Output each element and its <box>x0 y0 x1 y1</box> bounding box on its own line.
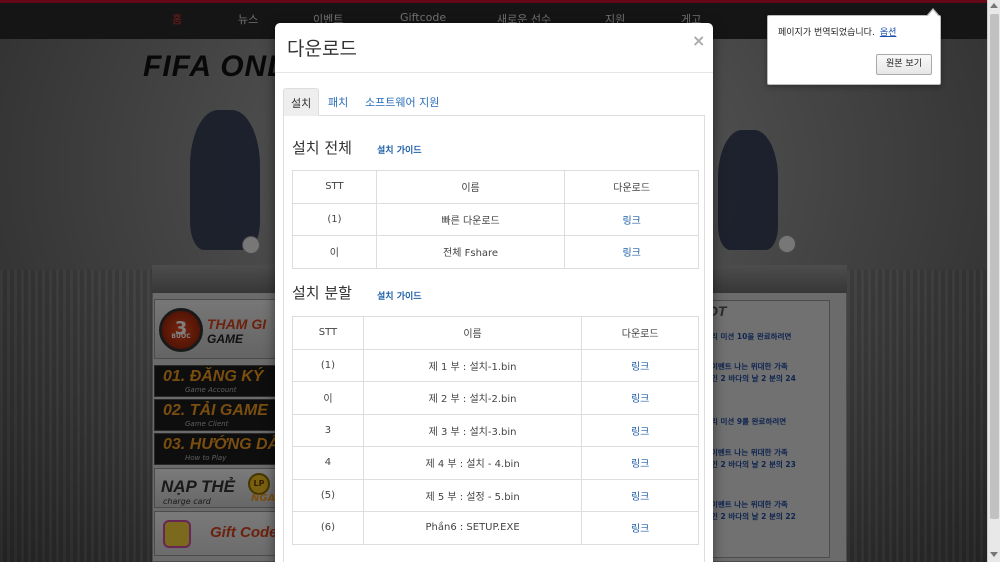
table-row: (1) 제 1 부 : 설치-1.bin 링크 <box>292 348 699 382</box>
download-link[interactable]: 링크 <box>631 459 649 470</box>
translate-options-link[interactable]: 옵션 <box>880 28 897 38</box>
column-header: 다운로드 <box>564 170 699 204</box>
column-header: STT <box>292 316 364 350</box>
translate-message: 페이지가 번역되었습니다. 옵션 <box>778 28 897 38</box>
full-install-table: STT 이름 다운로드 (1) 빠른 다운로드 링크 이 전체 Fshare 링… <box>292 170 699 269</box>
page-scrollbar[interactable] <box>987 0 1000 562</box>
table-row: (5) 제 5 부 : 설정 - 5.bin 링크 <box>292 478 699 512</box>
modal-header: 다운로드 × <box>275 23 713 73</box>
row-name: 제 1 부 : 설치-1.bin <box>362 348 583 382</box>
row-stt: (1) <box>292 348 364 382</box>
install-guide-link[interactable]: 설치 가이드 <box>377 143 422 156</box>
show-original-button[interactable]: 원본 보기 <box>876 54 932 75</box>
close-icon[interactable]: × <box>692 31 705 50</box>
row-stt: (1) <box>292 202 377 236</box>
row-stt: 이 <box>292 235 377 269</box>
download-link[interactable]: 링크 <box>631 427 649 438</box>
tab-pane-install: 설치 전체 설치 가이드 STT 이름 다운로드 (1) 빠른 다운로드 링크 … <box>283 116 705 562</box>
table-row: 4 제 4 부 : 설치 - 4.bin 링크 <box>292 446 699 480</box>
download-link[interactable]: 링크 <box>631 394 649 405</box>
row-stt: (6) <box>292 511 364 545</box>
row-name: 제 3 부 : 설치-3.bin <box>362 413 583 447</box>
table-row: 이 제 2 부 : 설치-2.bin 링크 <box>292 381 699 415</box>
section-title-full: 설치 전체 <box>292 139 352 157</box>
row-stt: 4 <box>292 446 364 480</box>
table-row: 이 전체 Fshare 링크 <box>292 235 699 269</box>
modal-tabs: 설치 패치 소프트웨어 지원 <box>283 88 705 116</box>
scroll-up-icon[interactable] <box>990 3 998 8</box>
table-row: (6) Phần6 : SETUP.EXE 링크 <box>292 511 699 545</box>
row-name: Phần6 : SETUP.EXE <box>362 511 583 545</box>
row-name: 빠른 다운로드 <box>375 202 566 236</box>
download-link[interactable]: 링크 <box>631 524 649 535</box>
row-stt: 이 <box>292 381 364 415</box>
table-row: (1) 빠른 다운로드 링크 <box>292 202 699 236</box>
row-stt: (5) <box>292 478 364 512</box>
download-link[interactable]: 링크 <box>622 216 640 227</box>
download-link[interactable]: 링크 <box>631 492 649 503</box>
table-header-row: STT 이름 다운로드 <box>292 170 699 204</box>
scrollbar-thumb[interactable] <box>990 14 999 519</box>
column-header: 이름 <box>362 316 583 350</box>
column-header: 다운로드 <box>581 316 699 350</box>
download-modal: 다운로드 × 설치 패치 소프트웨어 지원 설치 전체 설치 가이드 STT 이… <box>275 23 713 562</box>
tab-install[interactable]: 설치 <box>283 88 320 116</box>
download-link[interactable]: 링크 <box>631 362 649 373</box>
tab-software-support[interactable]: 소프트웨어 지원 <box>358 88 446 116</box>
row-name: 제 4 부 : 설치 - 4.bin <box>362 446 583 480</box>
translate-popup: 페이지가 번역되었습니다. 옵션 원본 보기 <box>767 8 941 85</box>
column-header: 이름 <box>375 170 566 204</box>
table-header-row: STT 이름 다운로드 <box>292 316 699 350</box>
row-stt: 3 <box>292 413 364 447</box>
download-link[interactable]: 링크 <box>622 248 640 259</box>
install-guide-link[interactable]: 설치 가이드 <box>377 289 422 302</box>
scroll-down-icon[interactable] <box>990 552 998 557</box>
row-name: 전체 Fshare <box>375 235 566 269</box>
row-name: 제 5 부 : 설정 - 5.bin <box>362 478 583 512</box>
table-row: 3 제 3 부 : 설치-3.bin 링크 <box>292 413 699 447</box>
modal-title: 다운로드 <box>287 38 357 60</box>
section-title-split: 설치 분할 <box>292 284 352 302</box>
split-install-table: STT 이름 다운로드 (1) 제 1 부 : 설치-1.bin 링크 이 제 … <box>292 316 699 545</box>
column-header: STT <box>292 170 377 204</box>
tab-patch[interactable]: 패치 <box>321 88 355 116</box>
row-name: 제 2 부 : 설치-2.bin <box>362 381 583 415</box>
